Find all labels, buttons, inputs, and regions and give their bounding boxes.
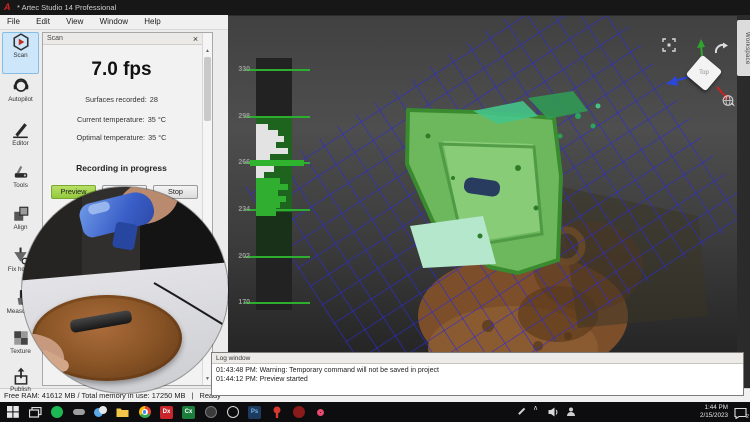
scrollbar-thumb[interactable]	[204, 57, 211, 121]
photoshop-icon: Ps	[248, 405, 261, 419]
stat-label: Surfaces recorded:	[85, 95, 147, 104]
depth-scale-tick-202: 202	[238, 253, 250, 260]
right-strip: Workspace	[737, 16, 750, 388]
scanned-object	[405, 108, 563, 275]
pen-tray-icon[interactable]	[516, 407, 526, 417]
sidebar-label: Scan	[13, 52, 28, 59]
fps-readout: 7.0 fps	[91, 59, 152, 80]
sidebar-label: Autopilot	[8, 96, 33, 103]
depth-scale-tick-330: 330	[238, 66, 250, 73]
dark-circle-app-icon	[204, 406, 217, 418]
depth-scale-tick-298: 298	[238, 113, 250, 120]
notification-badge: 2	[745, 414, 749, 420]
taskbar-clock[interactable]: 1:44 PM 2/15/2023	[700, 404, 728, 420]
recording-status: Recording in progress	[76, 163, 167, 173]
volume-icon[interactable]	[548, 407, 560, 417]
dx-app-icon: Dx	[160, 405, 173, 419]
log-entry: 01:43:48 PM: Warning: Temporary command …	[216, 367, 439, 374]
menu-view[interactable]: View	[59, 15, 90, 26]
taskbar-app-dx[interactable]: Dx	[158, 404, 175, 420]
tools-icon	[14, 165, 27, 178]
app-window: A * Artec Studio 14 Professional File Ed…	[0, 0, 750, 422]
task-view-button[interactable]	[27, 404, 44, 420]
stat-label: Current temperature:	[76, 115, 145, 124]
sidebar-label: Editor	[12, 140, 29, 147]
scan-panel-title: Scan	[43, 33, 212, 45]
sidebar-item-autopilot[interactable]: Autopilot	[2, 77, 39, 117]
cx-app-icon: Cx	[182, 405, 195, 419]
scan-icon	[12, 33, 29, 51]
taskbar: Dx Cx Ps ∧ 1:44 PM 2/15/2023 2	[0, 402, 750, 422]
taskbar-app-cx[interactable]: Cx	[180, 404, 197, 420]
clock-date: 2/15/2023	[699, 412, 728, 419]
taskbar-app-dark-red[interactable]	[290, 404, 307, 420]
taskbar-app-ps[interactable]: Ps	[246, 404, 263, 420]
editor-icon	[12, 123, 28, 139]
taskbar-app-circle-outline[interactable]	[224, 404, 241, 420]
stat-value: 35 °C	[147, 115, 167, 124]
folder-icon	[116, 408, 129, 417]
nav-cube[interactable]: Top	[685, 54, 723, 92]
red-pin-icon	[273, 406, 280, 418]
task-view-icon	[29, 406, 42, 418]
window-title: * Artec Studio 14 Professional	[17, 3, 117, 12]
3d-viewport[interactable]: 330 298 266 234 202 170 Top Workspace	[228, 16, 750, 388]
action-center-button[interactable]: 2	[734, 406, 749, 420]
webcam-overlay	[22, 187, 228, 393]
sidebar-item-editor[interactable]: Editor	[2, 121, 39, 161]
close-icon[interactable]: ×	[190, 33, 201, 45]
depth-scale-tick-170: 170	[238, 299, 250, 306]
chrome-icon	[138, 406, 151, 418]
sidebar-item-scan[interactable]: Scan	[2, 32, 39, 74]
stat-value: 35 °C	[148, 133, 167, 142]
taskbar-app-chrome[interactable]	[136, 404, 153, 420]
depth-scale-tick-266: 266	[238, 159, 250, 166]
log-entry: 01:44:12 PM: Preview started	[216, 376, 308, 383]
depth-scale-tick-234: 234	[238, 206, 250, 213]
autopilot-icon	[13, 78, 28, 92]
pink-ring-app-icon	[317, 408, 324, 416]
nav-cube-face-label: Top	[699, 70, 709, 76]
log-window: Log window 01:43:48 PM: Warning: Tempora…	[211, 352, 744, 396]
start-button[interactable]	[4, 404, 21, 420]
windows-icon	[6, 406, 19, 418]
dark-red-app-icon	[292, 406, 305, 418]
taskbar-app-pink-ring[interactable]	[312, 404, 329, 420]
weather-app-icon	[94, 405, 107, 419]
recorder-app-icon	[72, 409, 85, 415]
scanner-grip	[111, 221, 139, 251]
depth-histogram	[244, 58, 310, 310]
taskbar-app-weather[interactable]	[92, 404, 109, 420]
menu-bar: File Edit View Window Help	[0, 15, 228, 30]
home-view-icon[interactable]	[722, 94, 735, 107]
workspace-tab[interactable]: Workspace	[737, 20, 750, 76]
taskbar-app-recorder[interactable]	[70, 404, 87, 420]
scroll-up-icon[interactable]: ▲	[203, 46, 212, 56]
stat-value: 28	[149, 95, 158, 104]
chevron-up-icon[interactable]: ∧	[533, 404, 538, 412]
network-icon[interactable]	[566, 407, 576, 417]
log-window-title: Log window	[212, 353, 743, 364]
menu-window[interactable]: Window	[93, 15, 135, 26]
stat-label: Optimal temperature:	[76, 133, 146, 142]
green-app-icon	[50, 406, 63, 418]
taskbar-app-red-pin[interactable]	[268, 404, 285, 420]
taskbar-app-green[interactable]	[48, 404, 65, 420]
outline-circle-app-icon	[226, 406, 239, 418]
taskbar-app-dark-circle[interactable]	[202, 404, 219, 420]
title-bar: A * Artec Studio 14 Professional	[0, 0, 750, 15]
menu-help[interactable]: Help	[137, 15, 167, 26]
taskbar-app-explorer[interactable]	[114, 404, 131, 420]
menu-file[interactable]: File	[0, 15, 27, 26]
clock-time: 1:44 PM	[704, 404, 728, 411]
artec-logo-icon: A	[4, 2, 11, 12]
menu-edit[interactable]: Edit	[29, 15, 57, 26]
